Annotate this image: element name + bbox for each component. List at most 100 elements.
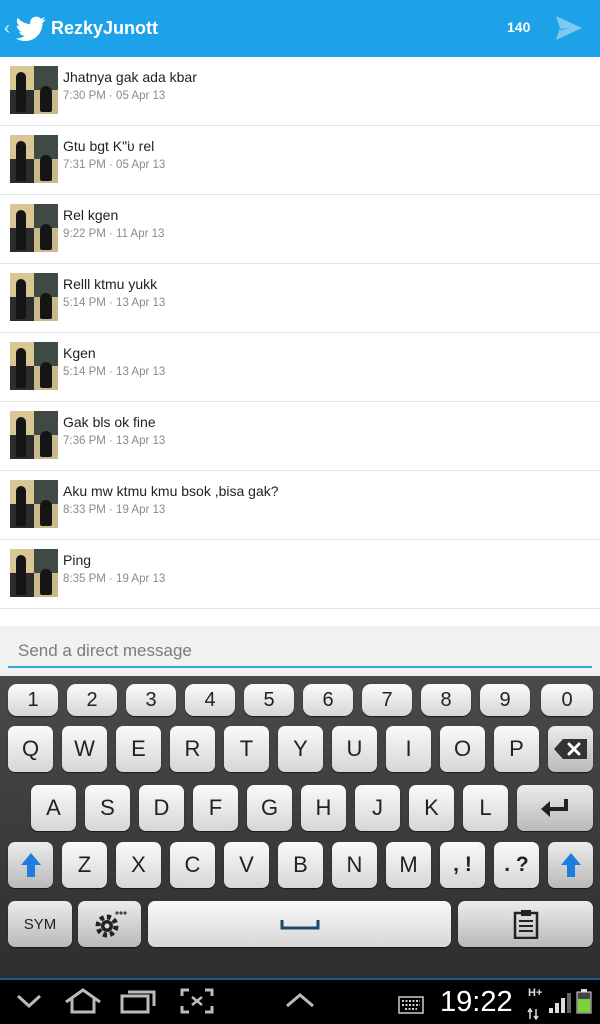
key-6[interactable]: 6 — [303, 684, 353, 716]
message-item[interactable]: Rel kgen 9:22 PM · 11 Apr 13 — [0, 195, 600, 264]
avatar[interactable] — [10, 342, 58, 390]
key-comma[interactable]: , ! — [440, 842, 485, 888]
twitter-bird-icon[interactable] — [16, 16, 46, 42]
key-o[interactable]: O — [440, 726, 485, 772]
system-bar: 19:22 H+ — [0, 978, 600, 1024]
keyboard: 1 2 3 4 5 6 7 8 9 0 Q W E R T Y U I O P … — [0, 676, 600, 978]
key-5[interactable]: 5 — [244, 684, 294, 716]
compose-bar — [0, 626, 600, 676]
message-text: Jhatnya gak ada kbar — [63, 69, 197, 85]
avatar[interactable] — [10, 135, 58, 183]
key-7[interactable]: 7 — [362, 684, 412, 716]
message-text: Aku mw ktmu kmu bsok ,bisa gak? — [63, 483, 279, 499]
shift-key-right[interactable] — [548, 842, 593, 888]
key-h[interactable]: H — [301, 785, 346, 831]
key-y[interactable]: Y — [278, 726, 323, 772]
message-item[interactable]: Gak bls ok fine 7:36 PM · 13 Apr 13 — [0, 402, 600, 471]
key-4[interactable]: 4 — [185, 684, 235, 716]
direct-message-input[interactable] — [8, 636, 592, 668]
settings-key[interactable] — [78, 901, 141, 947]
key-1[interactable]: 1 — [8, 684, 58, 716]
message-timestamp: 7:36 PM · 13 Apr 13 — [63, 435, 166, 447]
key-3[interactable]: 3 — [126, 684, 176, 716]
key-9[interactable]: 9 — [480, 684, 530, 716]
key-u[interactable]: U — [332, 726, 377, 772]
space-icon — [280, 920, 319, 930]
keyboard-status-icon — [398, 996, 424, 1014]
key-f[interactable]: F — [193, 785, 238, 831]
key-e[interactable]: E — [116, 726, 161, 772]
message-timestamp: 8:35 PM · 19 Apr 13 — [63, 573, 166, 585]
key-i[interactable]: I — [386, 726, 431, 772]
key-s[interactable]: S — [85, 785, 130, 831]
key-2[interactable]: 2 — [67, 684, 117, 716]
key-z[interactable]: Z — [62, 842, 107, 888]
enter-key[interactable] — [517, 785, 593, 831]
key-g[interactable]: G — [247, 785, 292, 831]
screenshot-icon[interactable] — [180, 988, 214, 1014]
message-timestamp: 9:22 PM · 11 Apr 13 — [63, 228, 165, 240]
key-k[interactable]: K — [409, 785, 454, 831]
key-l[interactable]: L — [463, 785, 508, 831]
avatar[interactable] — [10, 204, 58, 252]
data-activity-icon — [527, 1007, 539, 1021]
gear-icon — [95, 911, 127, 938]
key-period[interactable]: . ? — [494, 842, 539, 888]
key-v[interactable]: V — [224, 842, 269, 888]
back-icon[interactable]: ‹ — [4, 18, 14, 39]
key-a[interactable]: A — [31, 785, 76, 831]
message-timestamp: 5:14 PM · 13 Apr 13 — [63, 366, 166, 378]
avatar[interactable] — [10, 411, 58, 459]
message-text: Relll ktmu yukk — [63, 276, 158, 292]
avatar[interactable] — [10, 66, 58, 114]
key-m[interactable]: M — [386, 842, 431, 888]
message-list: Jhatnya gak ada kbar 7:30 PM · 05 Apr 13… — [0, 57, 600, 609]
message-text: Gtu bgt K"̈ʋ rel — [63, 138, 155, 154]
backspace-icon — [553, 739, 587, 759]
menu-up-icon[interactable] — [284, 988, 316, 1014]
key-r[interactable]: R — [170, 726, 215, 772]
network-type: H+ — [528, 987, 543, 999]
recent-apps-icon[interactable] — [120, 988, 158, 1014]
message-timestamp: 8:33 PM · 19 Apr 13 — [63, 504, 166, 516]
hide-keyboard-icon[interactable] — [15, 988, 43, 1014]
shift-key-left[interactable] — [8, 842, 53, 888]
key-b[interactable]: B — [278, 842, 323, 888]
key-j[interactable]: J — [355, 785, 400, 831]
shift-arrow-icon — [20, 853, 41, 877]
key-n[interactable]: N — [332, 842, 377, 888]
app-header: ‹ RezkyJunott 140 — [0, 0, 600, 57]
send-icon[interactable] — [555, 15, 583, 41]
clipboard-key[interactable] — [458, 901, 593, 947]
home-icon[interactable] — [63, 988, 103, 1014]
key-8[interactable]: 8 — [421, 684, 471, 716]
key-0[interactable]: 0 — [541, 684, 593, 716]
screen: { "header": { "back_glyph": "‹", "title"… — [0, 0, 600, 1024]
message-text: Kgen — [63, 345, 96, 361]
message-text: Gak bls ok fine — [63, 414, 156, 430]
sym-key[interactable]: SYM — [8, 901, 72, 947]
message-timestamp: 5:14 PM · 13 Apr 13 — [63, 297, 166, 309]
key-w[interactable]: W — [62, 726, 107, 772]
message-item[interactable]: Kgen 5:14 PM · 13 Apr 13 — [0, 333, 600, 402]
key-t[interactable]: T — [224, 726, 269, 772]
backspace-key[interactable] — [548, 726, 593, 772]
message-item[interactable]: Jhatnya gak ada kbar 7:30 PM · 05 Apr 13 — [0, 57, 600, 126]
battery-icon — [576, 989, 592, 1014]
message-item[interactable]: Gtu bgt K"̈ʋ rel 7:31 PM · 05 Apr 13 — [0, 126, 600, 195]
avatar[interactable] — [10, 273, 58, 321]
conversation-title: RezkyJunott — [51, 18, 159, 38]
key-p[interactable]: P — [494, 726, 539, 772]
key-d[interactable]: D — [139, 785, 184, 831]
enter-icon — [541, 799, 568, 817]
key-x[interactable]: X — [116, 842, 161, 888]
message-item[interactable]: Ping 8:35 PM · 19 Apr 13 — [0, 540, 600, 609]
key-c[interactable]: C — [170, 842, 215, 888]
space-key[interactable] — [148, 901, 451, 947]
avatar[interactable] — [10, 549, 58, 597]
key-q[interactable]: Q — [8, 726, 53, 772]
message-item[interactable]: Aku mw ktmu kmu bsok ,bisa gak? 8:33 PM … — [0, 471, 600, 540]
shift-arrow-icon — [560, 853, 581, 877]
message-item[interactable]: Relll ktmu yukk 5:14 PM · 13 Apr 13 — [0, 264, 600, 333]
avatar[interactable] — [10, 480, 58, 528]
